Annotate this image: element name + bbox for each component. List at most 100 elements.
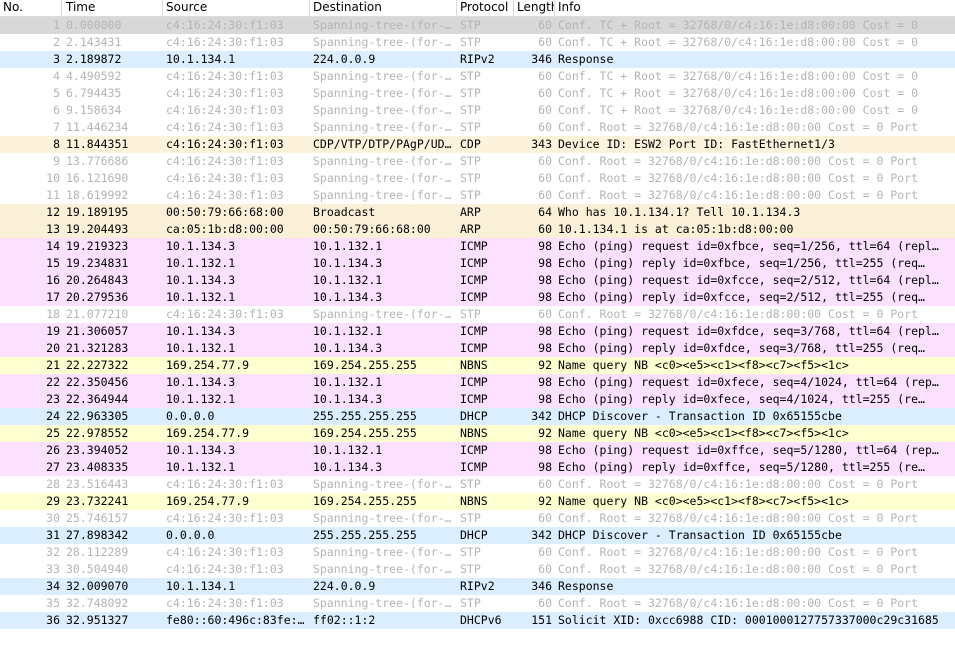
packet-time: 19.234831	[66, 256, 129, 270]
packet-row[interactable]: 31 27.898342 0.0.0.0 255.255.255.255 DHCP 342…	[0, 527, 955, 544]
packet-row[interactable]: 23 22.364944 10.1.132.1 10.1.134.3 ICMP 98 Ech…	[0, 391, 955, 408]
packet-row[interactable]: 2 2.143431 c4:16:24:30:f1:03 Spanning-tree-…	[0, 34, 955, 51]
packet-source: 10.1.132.1	[166, 341, 236, 355]
packet-protocol: DHCPv6	[460, 613, 502, 627]
packet-row[interactable]: 36 32.951327 fe80::60:496c:83fe:… ff02::1:2…	[0, 612, 955, 629]
packet-info: Name query NB <c0><e5><c1><f8><c7><f5><1…	[558, 426, 849, 440]
packet-row[interactable]: 8 11.844351 c4:16:24:30:f1:03 CDP/VTP/DTP/P…	[0, 136, 955, 153]
packet-no: 3	[53, 52, 60, 66]
packet-no: 32	[46, 545, 60, 559]
column-header-length[interactable]: Length	[514, 0, 555, 16]
packet-source: 10.1.132.1	[166, 290, 236, 304]
packet-source: fe80::60:496c:83fe:…	[166, 613, 305, 627]
packet-row[interactable]: 14 19.219323 10.1.134.3 10.1.132.1 ICMP 98 Ech…	[0, 238, 955, 255]
packet-length: 60	[538, 35, 552, 49]
column-header-no[interactable]: No.	[0, 0, 62, 16]
packet-destination: 255.255.255.255	[313, 528, 417, 542]
packet-row[interactable]: 21 22.227322 169.254.77.9 169.254.255.255 NB…	[0, 357, 955, 374]
packet-info: DHCP Discover - Transaction ID 0x65155cb…	[558, 528, 842, 542]
packet-time: 27.898342	[66, 528, 129, 542]
packet-row[interactable]: 4 4.490592 c4:16:24:30:f1:03 Spanning-tree-…	[0, 68, 955, 85]
packet-info: Conf. TC + Root = 32768/0/c4:16:1e:d8:00…	[558, 69, 919, 83]
packet-length: 60	[538, 86, 552, 100]
packet-time: 19.189195	[66, 205, 129, 219]
packet-time: 11.446234	[66, 120, 129, 134]
packet-row[interactable]: 16 20.264843 10.1.134.3 10.1.132.1 ICMP 98 Ech…	[0, 272, 955, 289]
packet-list: 1 0.000000 c4:16:24:30:f1:03 Spanning-tree-…	[0, 17, 955, 629]
packet-row[interactable]: 35 32.748092 c4:16:24:30:f1:03 Spanning-tre…	[0, 595, 955, 612]
packet-destination: 224.0.0.9	[313, 579, 376, 593]
packet-time: 21.306057	[66, 324, 129, 338]
packet-protocol: STP	[460, 154, 481, 168]
packet-protocol: ICMP	[460, 273, 488, 287]
column-header-protocol[interactable]: Protocol	[457, 0, 514, 16]
packet-info: Conf. Root = 32768/0/c4:16:1e:d8:00:00 C…	[558, 545, 919, 559]
packet-length: 60	[538, 120, 552, 134]
packet-source: 10.1.134.3	[166, 273, 236, 287]
packet-row[interactable]: 24 22.963305 0.0.0.0 255.255.255.255 DHCP 342…	[0, 408, 955, 425]
packet-protocol: STP	[460, 307, 481, 321]
packet-row[interactable]: 12 19.189195 00:50:79:66:68:00 Broadcast ARP…	[0, 204, 955, 221]
packet-no: 25	[46, 426, 60, 440]
packet-row[interactable]: 32 28.112289 c4:16:24:30:f1:03 Spanning-tre…	[0, 544, 955, 561]
packet-source: c4:16:24:30:f1:03	[166, 86, 284, 100]
packet-destination: Spanning-tree-(for-…	[313, 188, 452, 202]
packet-row[interactable]: 22 22.350456 10.1.134.3 10.1.132.1 ICMP 98 Ech…	[0, 374, 955, 391]
packet-info: Conf. Root = 32768/0/c4:16:1e:d8:00:00 C…	[558, 188, 919, 202]
packet-row[interactable]: 3 2.189872 10.1.134.1 224.0.0.9 RIPv2 346 Resp…	[0, 51, 955, 68]
packet-info: 10.1.134.1 is at ca:05:1b:d8:00:00	[558, 222, 794, 236]
packet-no: 11	[46, 188, 60, 202]
packet-time: 16.121690	[66, 171, 129, 185]
packet-time: 20.264843	[66, 273, 129, 287]
packet-time: 19.219323	[66, 239, 129, 253]
packet-row[interactable]: 34 32.009070 10.1.134.1 224.0.0.9 RIPv2 346 Re…	[0, 578, 955, 595]
packet-row[interactable]: 33 30.504940 c4:16:24:30:f1:03 Spanning-tre…	[0, 561, 955, 578]
column-header-time[interactable]: Time	[63, 0, 163, 16]
packet-row[interactable]: 5 6.794435 c4:16:24:30:f1:03 Spanning-tree-…	[0, 85, 955, 102]
packet-row[interactable]: 9 13.776686 c4:16:24:30:f1:03 Spanning-tree…	[0, 153, 955, 170]
packet-row[interactable]: 19 21.306057 10.1.134.3 10.1.132.1 ICMP 98 Ech…	[0, 323, 955, 340]
packet-source: 10.1.132.1	[166, 460, 236, 474]
packet-destination: 10.1.134.3	[313, 256, 383, 270]
packet-protocol: DHCP	[460, 409, 488, 423]
packet-row[interactable]: 10 16.121690 c4:16:24:30:f1:03 Spanning-tre…	[0, 170, 955, 187]
packet-row[interactable]: 17 20.279536 10.1.132.1 10.1.134.3 ICMP 98 Ech…	[0, 289, 955, 306]
packet-time: 28.112289	[66, 545, 129, 559]
packet-list-header: No. Time Source Destination Protocol Len…	[0, 0, 955, 17]
packet-row[interactable]: 15 19.234831 10.1.132.1 10.1.134.3 ICMP 98 Ech…	[0, 255, 955, 272]
packet-protocol: STP	[460, 120, 481, 134]
packet-destination: ff02::1:2	[313, 613, 376, 627]
packet-row[interactable]: 26 23.394052 10.1.134.3 10.1.132.1 ICMP 98 Ech…	[0, 442, 955, 459]
packet-row[interactable]: 6 9.158634 c4:16:24:30:f1:03 Spanning-tree-…	[0, 102, 955, 119]
packet-no: 35	[46, 596, 60, 610]
packet-row[interactable]: 20 21.321283 10.1.132.1 10.1.134.3 ICMP 98 Ech…	[0, 340, 955, 357]
packet-no: 30	[46, 511, 60, 525]
packet-source: 169.254.77.9	[166, 426, 250, 440]
packet-destination: Spanning-tree-(for-…	[313, 120, 452, 134]
packet-destination: Spanning-tree-(for-…	[313, 171, 452, 185]
column-header-destination[interactable]: Destination	[310, 0, 457, 16]
packet-row[interactable]: 28 23.516443 c4:16:24:30:f1:03 Spanning-tre…	[0, 476, 955, 493]
packet-row[interactable]: 30 25.746157 c4:16:24:30:f1:03 Spanning-tre…	[0, 510, 955, 527]
packet-time: 30.504940	[66, 562, 129, 576]
packet-row[interactable]: 25 22.978552 169.254.77.9 169.254.255.255 NB…	[0, 425, 955, 442]
packet-no: 23	[46, 392, 60, 406]
packet-row[interactable]: 1 0.000000 c4:16:24:30:f1:03 Spanning-tree-…	[0, 17, 955, 34]
packet-row[interactable]: 27 23.408335 10.1.132.1 10.1.134.3 ICMP 98 Ech…	[0, 459, 955, 476]
packet-no: 26	[46, 443, 60, 457]
packet-protocol: ICMP	[460, 392, 488, 406]
packet-time: 32.009070	[66, 579, 129, 593]
packet-row[interactable]: 13 19.204493 ca:05:1b:d8:00:00 00:50:79:66:…	[0, 221, 955, 238]
column-header-source[interactable]: Source	[163, 0, 310, 16]
packet-row[interactable]: 18 21.077210 c4:16:24:30:f1:03 Spanning-tre…	[0, 306, 955, 323]
packet-length: 98	[538, 290, 552, 304]
packet-info: Echo (ping) reply id=0xffce, seq=5/1280,…	[558, 460, 925, 474]
packet-length: 92	[538, 494, 552, 508]
packet-destination: 169.254.255.255	[313, 494, 417, 508]
packet-destination: 10.1.134.3	[313, 460, 383, 474]
packet-row[interactable]: 29 23.732241 169.254.77.9 169.254.255.255 NB…	[0, 493, 955, 510]
packet-row[interactable]: 11 18.619992 c4:16:24:30:f1:03 Spanning-tre…	[0, 187, 955, 204]
column-header-info[interactable]: Info	[555, 0, 955, 16]
packet-protocol: ICMP	[460, 375, 488, 389]
packet-row[interactable]: 7 11.446234 c4:16:24:30:f1:03 Spanning-tree…	[0, 119, 955, 136]
